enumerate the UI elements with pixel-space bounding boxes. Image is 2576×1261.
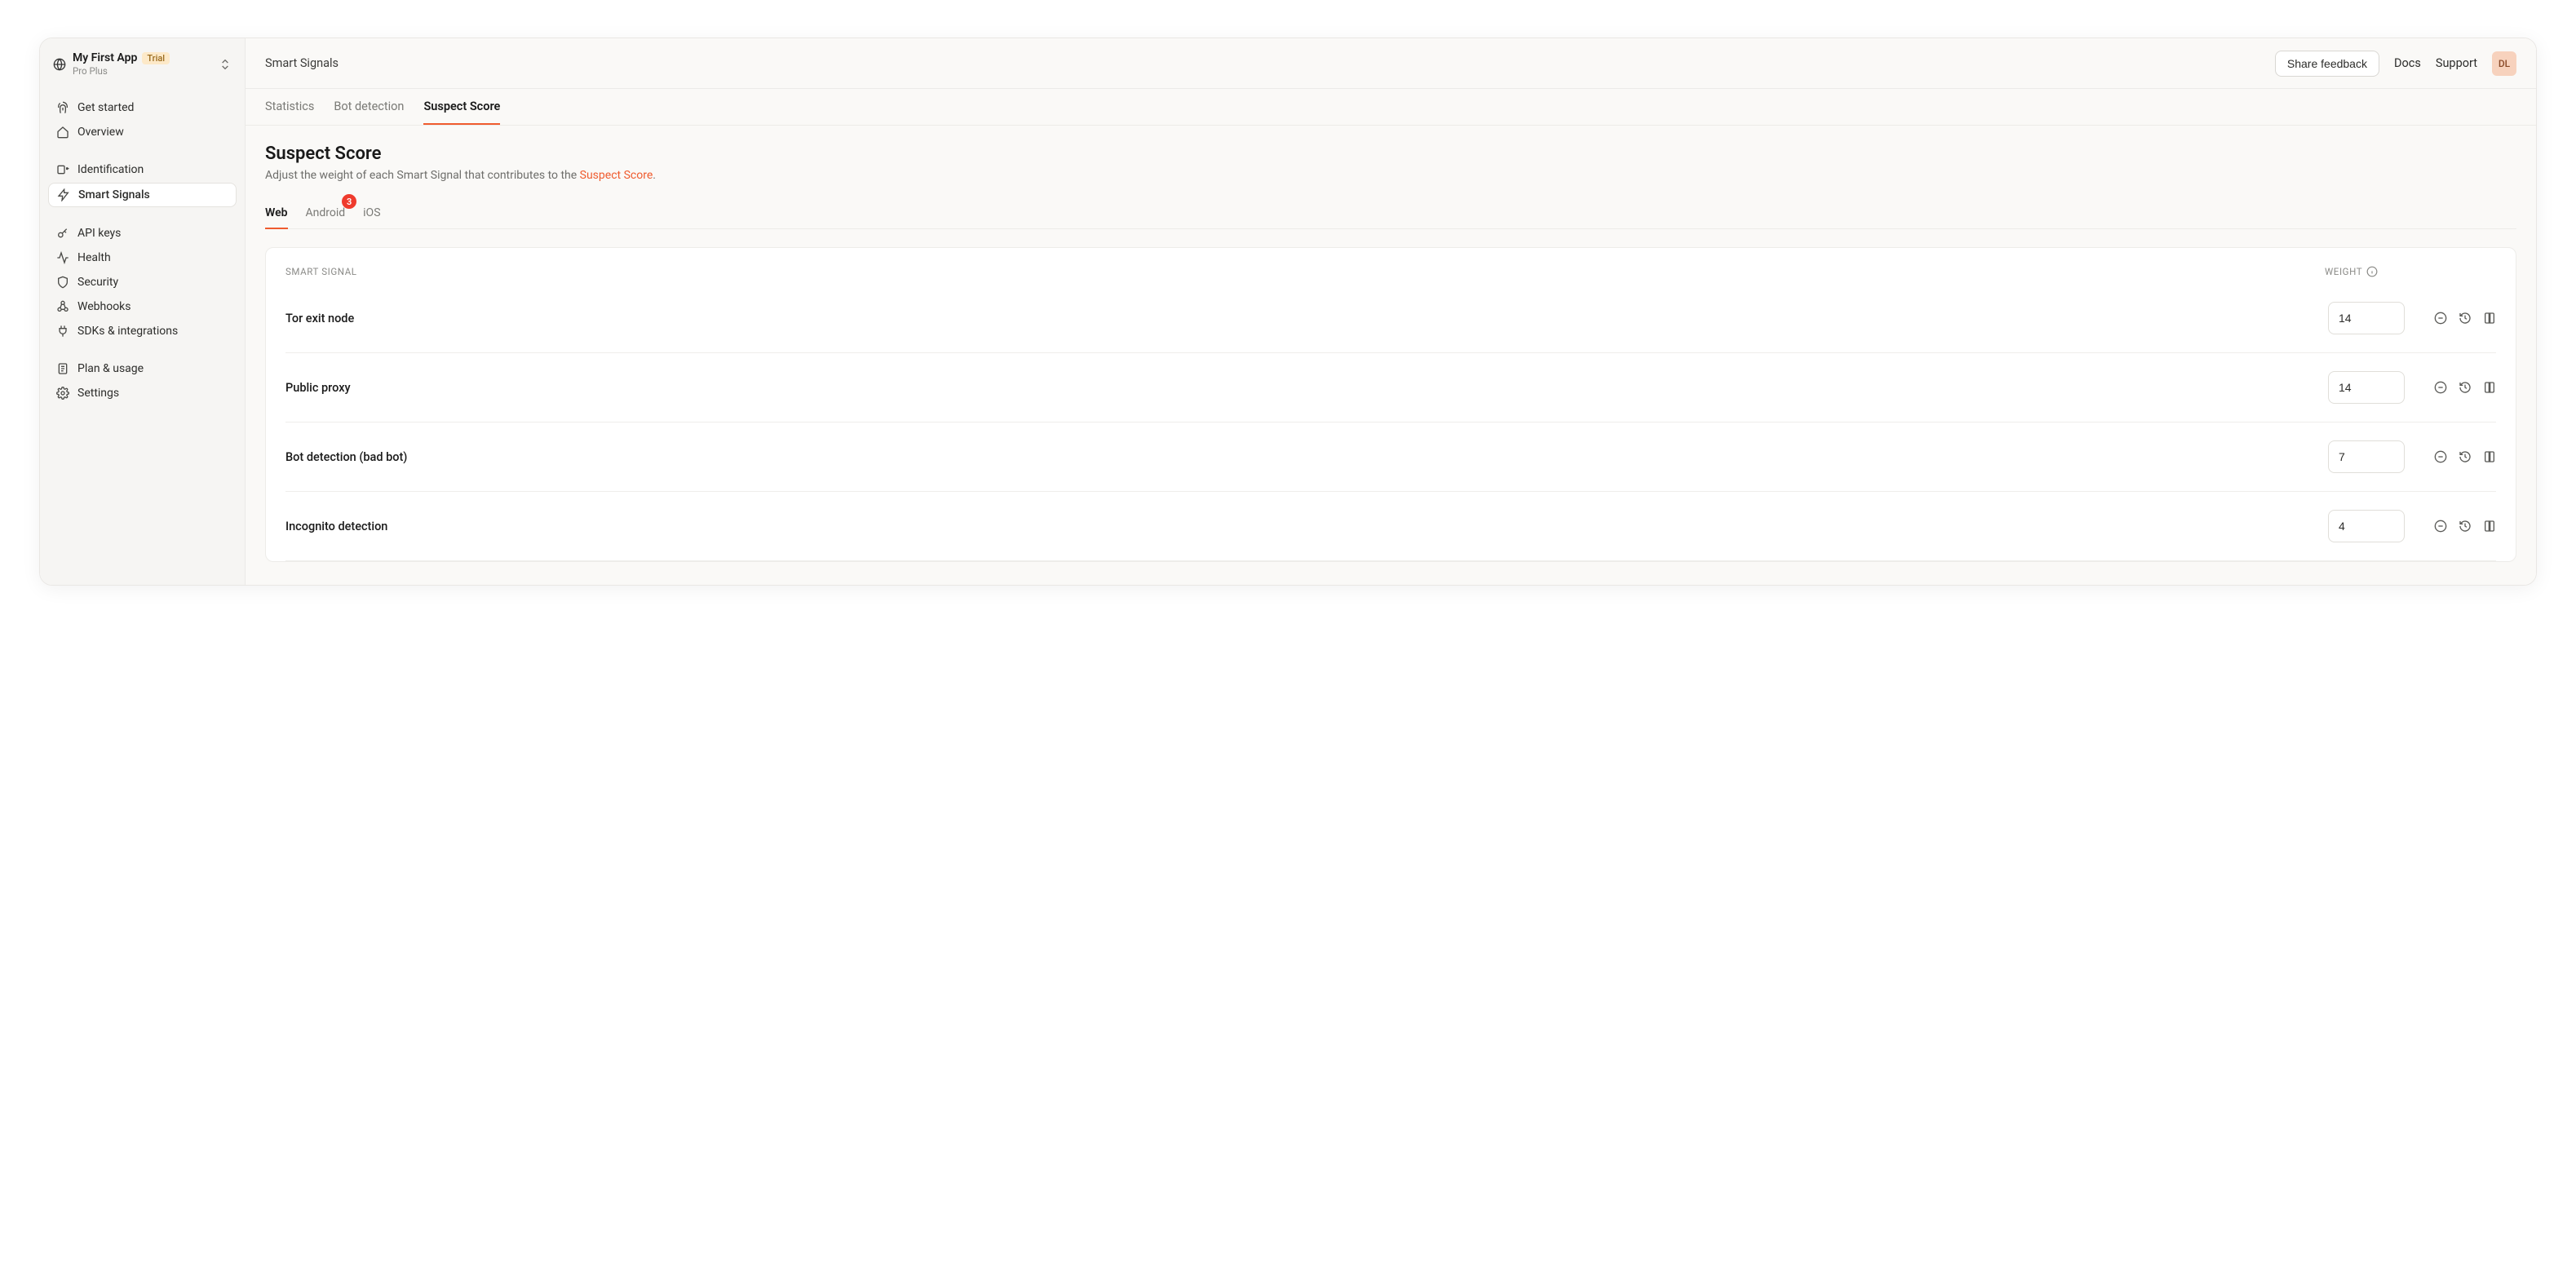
- sidebar-item-get-started[interactable]: Get started: [48, 96, 237, 119]
- weight-input[interactable]: [2328, 302, 2405, 334]
- sidebar-item-smart-signals[interactable]: Smart Signals: [48, 183, 237, 207]
- gear-icon: [56, 387, 69, 400]
- tab-bot-detection[interactable]: Bot detection: [334, 89, 404, 125]
- app-plan: Pro Plus: [73, 65, 212, 77]
- col-header-signal: SMART SIGNAL: [285, 266, 357, 277]
- sidebar-item-label: Security: [77, 276, 118, 289]
- sidebar-item-settings[interactable]: Settings: [48, 382, 237, 405]
- sidebar-item-label: Identification: [77, 163, 144, 176]
- chevron-up-down-icon: [219, 58, 232, 71]
- sidebar-item-security[interactable]: Security: [48, 271, 237, 294]
- history-icon[interactable]: [2459, 381, 2472, 394]
- docs-icon[interactable]: [2483, 450, 2496, 463]
- signal-name: Tor exit node: [285, 312, 2328, 325]
- history-icon[interactable]: [2459, 312, 2472, 325]
- sidebar-item-sdks[interactable]: SDKs & integrations: [48, 320, 237, 343]
- sidebar-item-label: Settings: [77, 387, 119, 400]
- sidebar-item-health[interactable]: Health: [48, 246, 237, 269]
- platform-tabs: Web Android 3 iOS: [265, 198, 2516, 229]
- signal-name: Incognito detection: [285, 520, 2328, 533]
- fingerprint-icon: [56, 101, 69, 114]
- disable-icon[interactable]: [2434, 312, 2447, 325]
- app-switcher[interactable]: My First App Trial Pro Plus: [48, 48, 237, 85]
- docs-icon[interactable]: [2483, 312, 2496, 325]
- weight-input[interactable]: [2328, 371, 2405, 404]
- app-frame: My First App Trial Pro Plus Get started …: [39, 38, 2537, 586]
- signal-name: Bot detection (bad bot): [285, 450, 2328, 464]
- page-subtitle: Adjust the weight of each Smart Signal t…: [265, 169, 2516, 182]
- docs-link[interactable]: Docs: [2394, 56, 2421, 70]
- sidebar-item-label: Health: [77, 251, 111, 264]
- globe-icon: [53, 58, 66, 71]
- docs-icon[interactable]: [2483, 520, 2496, 533]
- share-feedback-button[interactable]: Share feedback: [2275, 51, 2379, 77]
- sidebar-item-label: Smart Signals: [78, 188, 150, 201]
- sidebar-item-overview[interactable]: Overview: [48, 121, 237, 144]
- webhook-icon: [56, 300, 69, 313]
- sidebar-item-plan-usage[interactable]: Plan & usage: [48, 357, 237, 380]
- table-row: Public proxy: [285, 353, 2496, 423]
- breadcrumb: Smart Signals: [265, 56, 339, 70]
- col-header-weight: WEIGHT: [2325, 266, 2378, 277]
- table-row: Tor exit node: [285, 284, 2496, 353]
- platform-tab-android[interactable]: Android 3: [306, 198, 346, 229]
- support-link[interactable]: Support: [2436, 56, 2477, 70]
- topbar: Smart Signals Share feedback Docs Suppor…: [246, 38, 2536, 89]
- sidebar-item-label: SDKs & integrations: [77, 325, 178, 338]
- history-icon[interactable]: [2459, 450, 2472, 463]
- sidebar-item-api-keys[interactable]: API keys: [48, 222, 237, 245]
- trial-badge: Trial: [142, 52, 170, 64]
- tab-suspect-score[interactable]: Suspect Score: [423, 89, 500, 125]
- sidebar-item-label: Overview: [77, 126, 124, 139]
- table-row: Bot detection (bad bot): [285, 423, 2496, 492]
- signals-card: SMART SIGNAL WEIGHT Tor exit node: [265, 247, 2516, 562]
- weight-input[interactable]: [2328, 510, 2405, 542]
- docs-icon[interactable]: [2483, 381, 2496, 394]
- sidebar-item-label: Get started: [77, 101, 134, 114]
- activity-icon: [56, 251, 69, 264]
- app-title: My First App: [73, 51, 137, 64]
- shield-icon: [56, 276, 69, 289]
- home-icon: [56, 126, 69, 139]
- sidebar-item-label: Plan & usage: [77, 362, 144, 375]
- sidebar-item-webhooks[interactable]: Webhooks: [48, 295, 237, 318]
- doc-icon: [56, 362, 69, 375]
- page-title: Suspect Score: [265, 144, 2516, 164]
- avatar[interactable]: DL: [2492, 51, 2516, 76]
- signal-name: Public proxy: [285, 381, 2328, 395]
- platform-tab-ios[interactable]: iOS: [363, 198, 380, 229]
- disable-icon[interactable]: [2434, 381, 2447, 394]
- tab-statistics[interactable]: Statistics: [265, 89, 314, 125]
- platform-tab-web[interactable]: Web: [265, 198, 288, 229]
- sidebar-item-identification[interactable]: Identification: [48, 158, 237, 181]
- id-icon: [56, 163, 69, 176]
- weight-input[interactable]: [2328, 440, 2405, 473]
- tabs: Statistics Bot detection Suspect Score: [246, 89, 2536, 126]
- zap-icon: [57, 188, 70, 201]
- disable-icon[interactable]: [2434, 520, 2447, 533]
- table-row: Incognito detection: [285, 492, 2496, 561]
- notification-badge: 3: [342, 194, 356, 209]
- key-icon: [56, 227, 69, 240]
- disable-icon[interactable]: [2434, 450, 2447, 463]
- sidebar: My First App Trial Pro Plus Get started …: [40, 38, 246, 585]
- info-icon[interactable]: [2366, 266, 2378, 277]
- sidebar-item-label: API keys: [77, 227, 121, 240]
- history-icon[interactable]: [2459, 520, 2472, 533]
- page-body: Suspect Score Adjust the weight of each …: [246, 126, 2536, 585]
- table-header: SMART SIGNAL WEIGHT: [285, 254, 2496, 284]
- suspect-score-link[interactable]: Suspect Score: [580, 169, 653, 182]
- sidebar-item-label: Webhooks: [77, 300, 131, 313]
- plug-icon: [56, 325, 69, 338]
- main: Smart Signals Share feedback Docs Suppor…: [246, 38, 2536, 585]
